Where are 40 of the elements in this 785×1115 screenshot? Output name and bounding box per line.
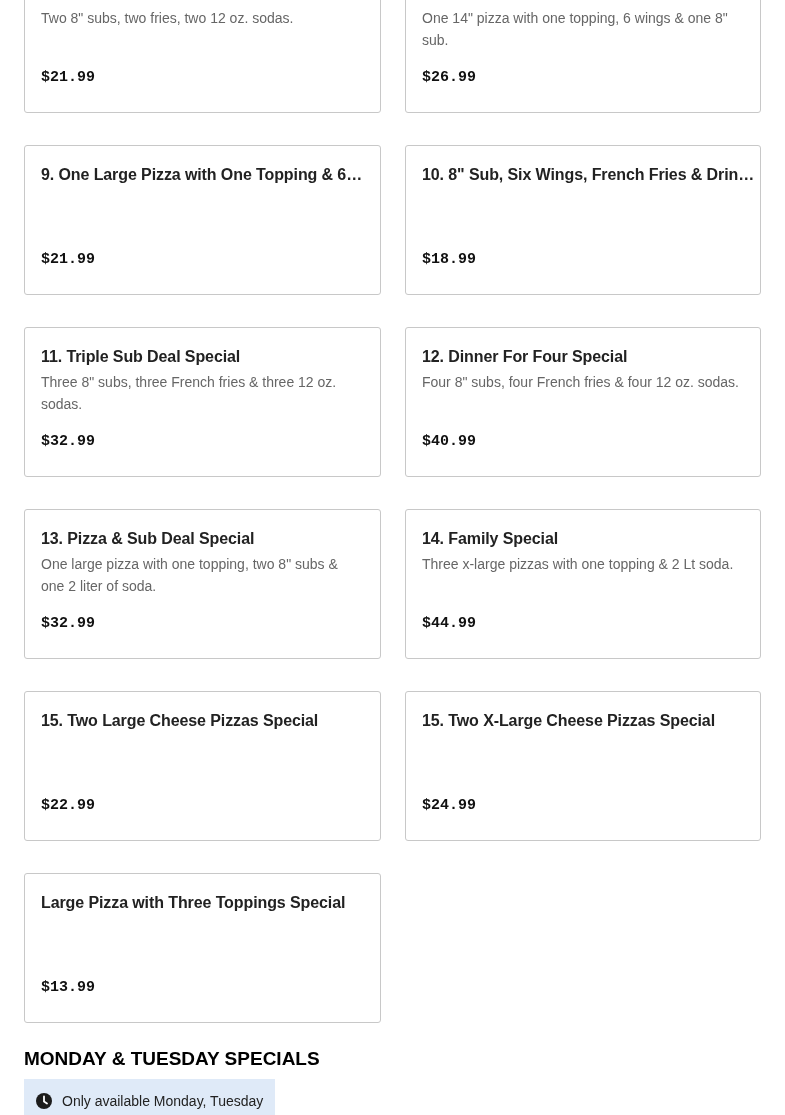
deal-card[interactable]: 15. Two X-Large Cheese Pizzas Special $24.99 (405, 691, 761, 841)
deal-description: Two 8" subs, two fries, two 12 oz. sodas. (41, 9, 295, 28)
deal-title: 11. Triple Sub Deal Special (41, 348, 241, 365)
deal-title: 15. Two X-Large Cheese Pizzas Special (422, 712, 715, 729)
deal-card[interactable]: Large Pizza with Three Toppings Special $13.99 (24, 873, 381, 1023)
deal-card[interactable]: One 14" pizza with one topping, 6 wings & one 8" sub. $26.99 (405, 0, 761, 113)
section-heading: MONDAY & TUESDAY SPECIALS (24, 1047, 321, 1071)
deal-price: $13.99 (41, 978, 96, 998)
deal-title: 10. 8" Sub, Six Wings, French Fries & Drin… (422, 166, 755, 183)
deal-card[interactable]: 12. Dinner For Four Special Four 8" subs, four French fries & four 12 oz. sodas. $40.99 (405, 327, 761, 477)
deal-card[interactable]: Two 8" subs, two fries, two 12 oz. sodas. $21.99 (24, 0, 381, 113)
deal-description: One 14" pizza with one topping, 6 wings & one 8" sub. (422, 9, 729, 50)
deal-description: Four 8" subs, four French fries & four 12 oz. sodas. (422, 373, 740, 392)
deal-card[interactable]: 11. Triple Sub Deal Special Three 8" subs, three French fries & three 12 oz. sodas. $32.99 (24, 327, 381, 477)
deal-card[interactable]: 13. Pizza & Sub Deal Special One large pizza with one topping, two 8" subs & one 2 liter of soda. $32.99 (24, 509, 381, 659)
deal-price: $26.99 (422, 68, 477, 88)
deal-description: Three x-large pizzas with one topping & 2 Lt soda. (422, 555, 735, 574)
deal-card[interactable]: 10. 8" Sub, Six Wings, French Fries & Drin… $18.99 (405, 145, 761, 295)
deal-title: 15. Two Large Cheese Pizzas Special (41, 712, 319, 729)
deal-title: 14. Family Special (422, 530, 559, 547)
deal-title: 9. One Large Pizza with One Topping & 6… (41, 166, 363, 183)
deal-price: $21.99 (41, 250, 96, 270)
deal-price: $18.99 (422, 250, 477, 270)
deal-card[interactable]: 9. One Large Pizza with One Topping & 6… $21.99 (24, 145, 381, 295)
deal-price: $21.99 (41, 68, 96, 88)
deal-title: 12. Dinner For Four Special (422, 348, 628, 365)
deal-price: $22.99 (41, 796, 96, 816)
deal-price: $32.99 (41, 432, 96, 452)
deal-price: $40.99 (422, 432, 477, 452)
deal-card[interactable]: 14. Family Special Three x-large pizzas with one topping & 2 Lt soda. $44.99 (405, 509, 761, 659)
deal-price: $44.99 (422, 614, 477, 634)
deal-description: One large pizza with one topping, two 8" subs & one 2 liter of soda. (41, 555, 339, 596)
availability-text: Only available Monday, Tuesday (62, 1093, 264, 1109)
deal-title: Large Pizza with Three Toppings Special (41, 894, 346, 911)
deal-price: $24.99 (422, 796, 477, 816)
deal-title: 13. Pizza & Sub Deal Special (41, 530, 255, 547)
deal-price: $32.99 (41, 614, 96, 634)
deal-description: Three 8" subs, three French fries & three 12 oz. sodas. (41, 373, 338, 414)
deal-card[interactable]: 15. Two Large Cheese Pizzas Special $22.99 (24, 691, 381, 841)
clock-icon (36, 1093, 52, 1109)
